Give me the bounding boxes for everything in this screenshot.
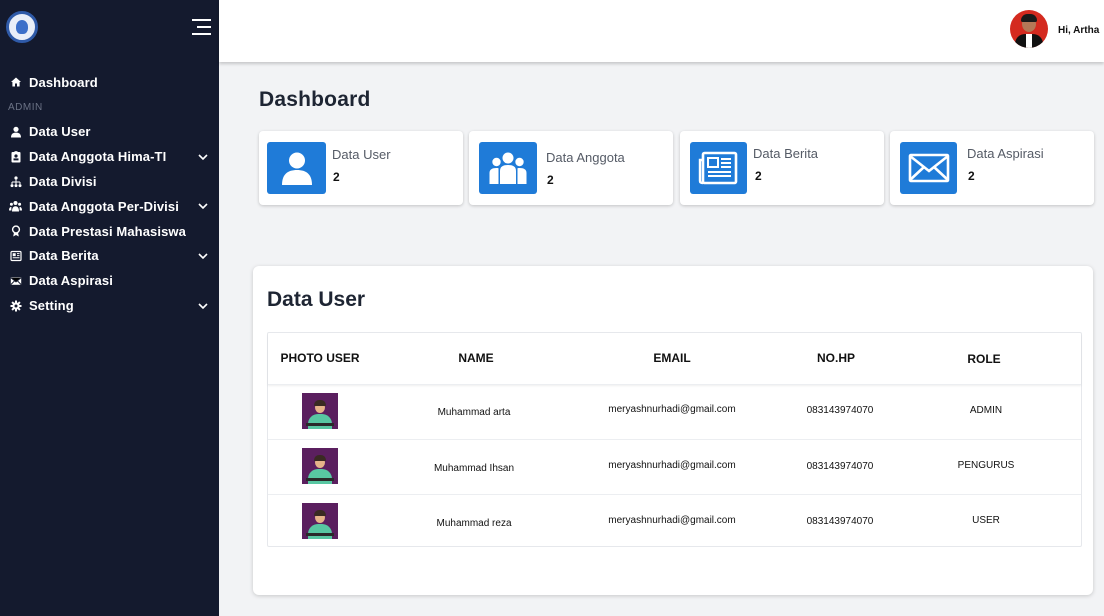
user-table: PHOTO USER NAME EMAIL NO.HP ROLE Muhamma… [267,332,1082,547]
sidebar-item-label: Data Berita [29,248,99,264]
data-user-panel: Data User PHOTO USER NAME EMAIL NO.HP RO… [253,266,1093,595]
user-photo [302,503,338,539]
sidebar-item-dashboard[interactable]: Dashboard [0,70,219,95]
stat-card-data-anggota[interactable]: Data Anggota 2 [469,131,673,205]
card-title: Data User [332,147,391,162]
card-value: 2 [968,169,975,183]
cell-phone: 083143974070 [806,405,874,416]
envelope-icon [900,142,957,194]
sitemap-icon [9,175,22,188]
user-icon [9,125,22,138]
cell-email: meryashnurhadi@gmail.com [608,515,736,526]
cell-phone: 083143974070 [806,461,874,472]
cell-phone: 083143974070 [806,516,874,527]
card-title: Data Anggota [546,150,625,165]
id-badge-icon [9,150,22,163]
home-icon [9,76,22,89]
table-row[interactable]: Muhammad Ihsan meryashnurhadi@gmail.com … [268,439,1081,494]
sidebar-item-setting[interactable]: Setting [0,293,219,318]
sidebar-item-data-berita[interactable]: Data Berita [0,244,219,269]
page-title: Dashboard [259,88,371,111]
sidebar-item-label: Data Anggota Per-Divisi [29,198,179,214]
cell-name: Muhammad reza [436,518,512,529]
column-header-photo[interactable]: PHOTO USER [268,351,372,365]
sidebar-item-data-anggota-per-divisi[interactable]: Data Anggota Per-Divisi [0,194,219,219]
table-row[interactable]: Muhammad arta meryashnurhadi@gmail.com 0… [268,384,1081,439]
sidebar-header [0,0,219,58]
cell-email: meryashnurhadi@gmail.com [608,460,736,471]
card-value: 2 [755,169,762,183]
newspaper-icon [9,249,22,262]
users-icon [9,200,22,213]
stat-card-data-user[interactable]: Data User 2 [259,131,463,205]
card-title: Data Aspirasi [967,146,1044,161]
cell-role: ADMIN [969,405,1003,416]
sidebar-item-data-divisi[interactable]: Data Divisi [0,169,219,194]
table-row[interactable]: Muhammad reza meryashnurhadi@gmail.com 0… [268,494,1081,549]
sidebar-item-label: Setting [29,298,74,314]
sidebar-item-label: Data Aspirasi [29,273,113,289]
column-header-name[interactable]: NAME [426,351,526,365]
column-header-phone[interactable]: NO.HP [786,351,886,365]
card-title: Data Berita [753,146,819,161]
cell-name: Muhammad Ihsan [433,463,515,474]
column-header-email[interactable]: EMAIL [622,351,722,365]
card-value: 2 [547,173,554,187]
sidebar-item-label: Data Prestasi Mahasiswa [29,223,186,239]
logo[interactable] [6,11,38,43]
sidebar-item-label: Data Divisi [29,174,97,190]
sidebar-item-data-aspirasi[interactable]: Data Aspirasi [0,268,219,293]
chevron-down-icon[interactable] [197,151,209,163]
user-greeting[interactable]: Hi, Artha [1058,25,1099,36]
sidebar-item-data-user[interactable]: Data User [0,120,219,145]
cell-email: meryashnurhadi@gmail.com [608,404,736,415]
sidebar: Dashboard ADMIN Data User Data Anggota H… [0,0,219,616]
sidebar-item-data-anggota-hima-ti[interactable]: Data Anggota Hima-TI [0,144,219,169]
topbar: Hi, Artha [219,0,1104,62]
chevron-down-icon[interactable] [197,250,209,262]
avatar[interactable] [1010,10,1048,48]
envelope-icon [9,274,22,287]
chevron-down-icon[interactable] [197,200,209,212]
award-icon [9,225,22,238]
chevron-down-icon[interactable] [197,300,209,312]
sidebar-item-label: Data Anggota Hima-TI [29,149,167,165]
cell-role: PENGURUS [957,460,1015,471]
cell-role: USER [972,515,1000,526]
users-icon [479,142,537,194]
cell-name: Muhammad arta [437,407,511,418]
card-value: 2 [333,170,340,184]
user-icon [267,142,326,194]
sidebar-menu: Dashboard ADMIN Data User Data Anggota H… [0,70,219,318]
stat-card-data-berita[interactable]: Data Berita 2 [680,131,884,205]
table-header: PHOTO USER NAME EMAIL NO.HP ROLE [268,333,1081,384]
section-label-admin: ADMIN [8,101,43,113]
sidebar-item-data-prestasi-mahasiswa[interactable]: Data Prestasi Mahasiswa [0,219,219,244]
stat-card-data-aspirasi[interactable]: Data Aspirasi 2 [890,131,1094,205]
user-photo [302,393,338,429]
sidebar-item-label: Data User [29,124,91,140]
panel-title: Data User [267,288,366,311]
sidebar-item-label: Dashboard [29,74,98,90]
newspaper-icon [690,142,747,194]
user-photo [302,448,338,484]
hamburger-menu-icon[interactable] [192,19,211,35]
column-header-role[interactable]: ROLE [934,352,1034,366]
gear-icon [9,299,22,312]
